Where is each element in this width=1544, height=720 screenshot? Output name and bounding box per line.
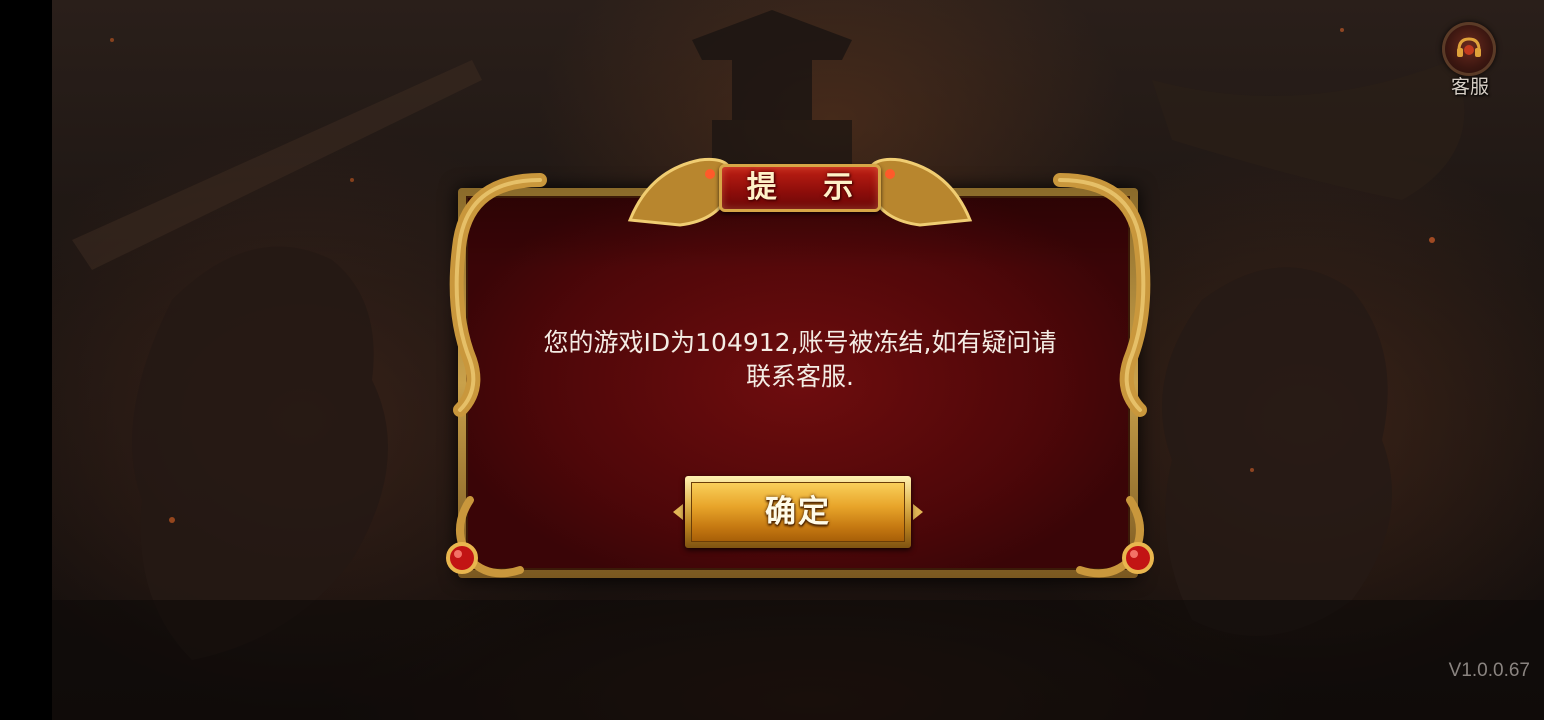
confirm-button[interactable]: 确定: [673, 476, 923, 550]
customer-service-button[interactable]: 客服: [1436, 22, 1504, 98]
version-label: V1.0.0.67: [1448, 660, 1530, 681]
dialog-title: 提 示: [746, 170, 872, 205]
dialog-title-plate: 提 示: [703, 160, 897, 220]
game-screen: 客服 V1.0.0.67 提 示 您的游戏ID为104912,账号被冻结,如有疑…: [0, 0, 1544, 720]
message-line-2: 联系客服.: [746, 362, 854, 391]
screen-notch-strip: [0, 0, 52, 720]
customer-service-label: 客服: [1450, 76, 1489, 98]
message-line-1: 您的游戏ID为104912,账号被冻结,如有疑问请: [543, 328, 1057, 357]
confirm-button-label: 确定: [765, 494, 831, 530]
customer-service-badge: [1442, 22, 1496, 76]
dialog-message: 您的游戏ID为104912,账号被冻结,如有疑问请 联系客服.: [500, 326, 1100, 394]
notice-dialog: 提 示 您的游戏ID为104912,账号被冻结,如有疑问请 联系客服. 确定: [440, 140, 1160, 595]
customer-service-icon: [1457, 37, 1481, 57]
